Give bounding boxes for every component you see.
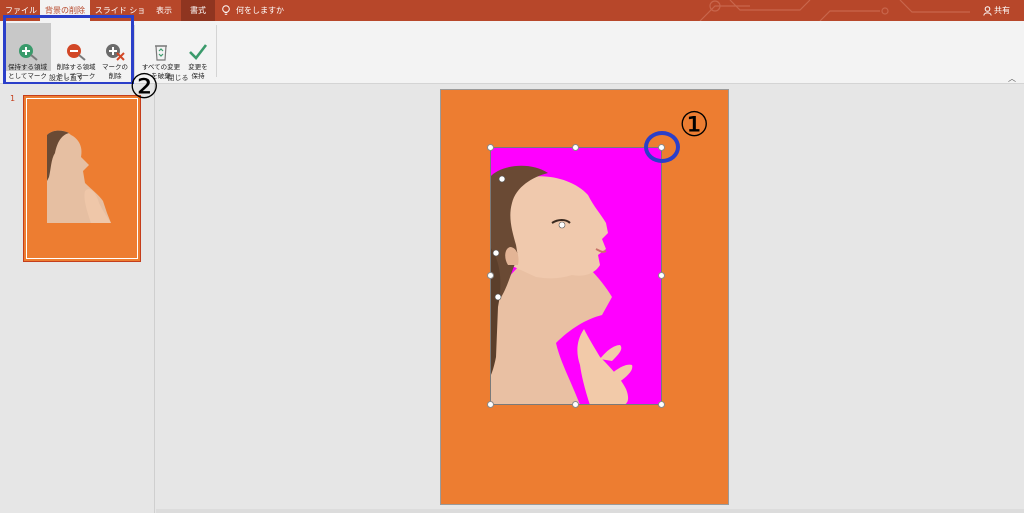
highlight-box [3,15,134,85]
tab-format[interactable]: 書式 [181,0,215,21]
slide-thumbnail-pane: 1 [0,84,155,513]
checkmark-icon [189,44,208,60]
tab-view[interactable]: 表示 [150,0,178,21]
thumbnail-frame [26,98,138,259]
share-button[interactable]: 共有 [983,0,1010,21]
annotation-two: ② [129,67,160,107]
slide-thumbnail[interactable] [23,95,141,262]
highlight-circle [644,131,680,163]
tab-bar: ファイル 背景の削除 スライド ショー 表示 書式 何をしますか 共有 [0,0,1024,21]
share-label: 共有 [994,6,1010,15]
resize-handle-bottom[interactable] [572,401,579,408]
resize-handle-bottom-left[interactable] [487,401,494,408]
person-icon [983,5,992,16]
group-separator [216,25,217,77]
resize-handle-right[interactable] [658,272,665,279]
circuit-decoration [699,0,970,21]
keep-changes-button[interactable]: 変更を 保持 [185,23,211,80]
status-strip [156,509,1024,513]
slide-number: 1 [10,94,16,103]
annotation-one: ① [679,105,710,145]
recycle-bin-icon [155,45,167,61]
tell-me-box[interactable]: 何をしますか [222,0,284,21]
discard-all-changes-button[interactable]: すべての変更 を破棄 [138,23,184,80]
thumbnail-portrait-image [47,130,111,223]
portrait-photo[interactable] [490,147,662,405]
resize-handle-top[interactable] [572,144,579,151]
resize-handle-bottom-right[interactable] [658,401,665,408]
tell-me-label: 何をしますか [236,6,284,15]
lightbulb-icon [222,5,230,15]
keep-changes-label: 変更を 保持 [188,63,208,80]
resize-handle-top-left[interactable] [487,144,494,151]
group-label-close: 閉じる [167,74,189,82]
resize-handle-left[interactable] [487,272,494,279]
collapse-ribbon-icon[interactable]: ︿ [1008,73,1016,84]
